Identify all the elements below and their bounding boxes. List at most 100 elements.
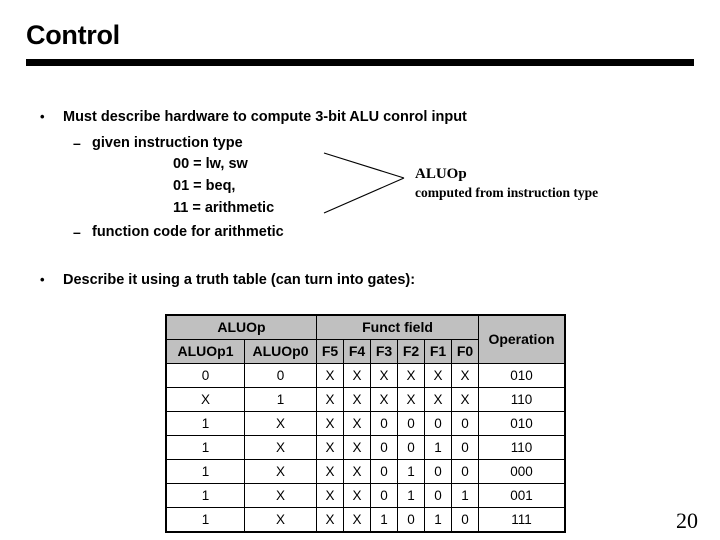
column-header-f4: F4 [343, 339, 371, 364]
cell-f5: X [316, 459, 344, 484]
cell-f1: 0 [424, 411, 452, 436]
cell-f1: X [424, 387, 452, 412]
cell-f4: X [343, 507, 371, 533]
cell-aluop1: X [165, 387, 245, 412]
cell-f2: 1 [397, 459, 425, 484]
group-header-aluop: ALUOp [165, 314, 317, 340]
cell-aluop0: X [244, 483, 317, 508]
title-divider [26, 59, 694, 66]
table-row: 1 X X X 0 1 0 0 000 [165, 459, 566, 484]
column-header-f3: F3 [370, 339, 398, 364]
table-row: 1 X X X 1 0 1 0 111 [165, 507, 566, 533]
cell-operation: 010 [478, 363, 566, 388]
cell-f4: X [343, 363, 371, 388]
cell-f5: X [316, 483, 344, 508]
cell-aluop0: X [244, 459, 317, 484]
cell-f1: 1 [424, 507, 452, 533]
cell-f3: 0 [370, 483, 398, 508]
cell-f5: X [316, 507, 344, 533]
cell-aluop0: X [244, 507, 317, 533]
column-header-aluop1: ALUOp1 [165, 339, 245, 364]
cell-f4: X [343, 459, 371, 484]
table-row: X 1 X X X X X X 110 [165, 387, 566, 412]
cell-f5: X [316, 387, 344, 412]
code-line-00: 00 = lw, sw [173, 156, 248, 172]
cell-f4: X [343, 411, 371, 436]
cell-f0: 0 [451, 435, 479, 460]
sub-bullet-label: given instruction type [92, 135, 243, 151]
cell-f1: X [424, 363, 452, 388]
cell-f1: 0 [424, 483, 452, 508]
cell-aluop0: 0 [244, 363, 317, 388]
cell-operation: 000 [478, 459, 566, 484]
cell-f5: X [316, 435, 344, 460]
callout-title: ALUOp [415, 166, 467, 182]
table-row: 1 X X X 0 1 0 1 001 [165, 483, 566, 508]
cell-f4: X [343, 483, 371, 508]
cell-f0: 1 [451, 483, 479, 508]
code-line-01: 01 = beq, [173, 178, 236, 194]
cell-f2: 0 [397, 411, 425, 436]
table-group-header-row: ALUOp Funct field Operation [165, 314, 566, 364]
cell-aluop1: 1 [165, 411, 245, 436]
cell-f0: X [451, 387, 479, 412]
cell-operation: 001 [478, 483, 566, 508]
bullet-marker: • [40, 272, 45, 287]
cell-f3: X [370, 387, 398, 412]
cell-aluop1: 1 [165, 483, 245, 508]
cell-operation: 010 [478, 411, 566, 436]
cell-operation: 110 [478, 435, 566, 460]
cell-f0: X [451, 363, 479, 388]
cell-aluop1: 1 [165, 435, 245, 460]
column-header-f0: F0 [451, 339, 479, 364]
dash-marker: – [73, 135, 81, 151]
group-header-operation: Operation [478, 314, 566, 364]
cell-aluop0: 1 [244, 387, 317, 412]
column-header-f5: F5 [316, 339, 344, 364]
cell-aluop0: X [244, 435, 317, 460]
table-head: ALUOp Funct field Operation ALUOp1 ALUOp… [165, 314, 566, 364]
cell-operation: 110 [478, 387, 566, 412]
code-line-11: 11 = arithmetic [173, 200, 275, 216]
bullet-label: Describe it using a truth table (can tur… [63, 272, 416, 288]
cell-f3: 1 [370, 507, 398, 533]
cell-f3: 0 [370, 459, 398, 484]
table-row: 1 X X X 0 0 1 0 110 [165, 435, 566, 460]
cell-aluop1: 1 [165, 507, 245, 533]
slide-canvas: Control • Must describe hardware to comp… [0, 0, 720, 540]
cell-f2: 1 [397, 483, 425, 508]
cell-f0: 0 [451, 411, 479, 436]
table-row: 1 X X X 0 0 0 0 010 [165, 411, 566, 436]
cell-f2: 0 [397, 507, 425, 533]
cell-aluop0: X [244, 411, 317, 436]
page-title: Control [26, 20, 120, 50]
cell-f3: X [370, 363, 398, 388]
cell-f4: X [343, 387, 371, 412]
callout-annotation: ALUOp computed from instruction type [415, 165, 598, 202]
table-row: 0 0 X X X X X X 010 [165, 363, 566, 388]
cell-f0: 0 [451, 459, 479, 484]
cell-f5: X [316, 411, 344, 436]
cell-f2: X [397, 387, 425, 412]
dash-marker: – [73, 224, 81, 240]
column-header-f1: F1 [424, 339, 452, 364]
cell-f1: 1 [424, 435, 452, 460]
bullet-label: Must describe hardware to compute 3-bit … [63, 109, 467, 125]
column-header-f2: F2 [397, 339, 425, 364]
callout-subtitle: computed from instruction type [415, 185, 599, 200]
cell-f3: 0 [370, 411, 398, 436]
cell-f1: 0 [424, 459, 452, 484]
column-header-aluop0: ALUOp0 [244, 339, 317, 364]
cell-f5: X [316, 363, 344, 388]
cell-f2: 0 [397, 435, 425, 460]
sub-bullet-item-2: – function code for arithmetic [73, 223, 284, 242]
bullet-marker: • [40, 109, 45, 124]
cell-f3: 0 [370, 435, 398, 460]
table-body: 0 0 X X X X X X 010 X 1 X X X X X X 110 1 X X X 0 0 0 0 010 1 X X X 0 0 1… [165, 363, 566, 533]
group-header-funct-field: Funct field [316, 314, 479, 340]
sub-bullet-item-1: – given instruction type [73, 134, 243, 153]
cell-f0: 0 [451, 507, 479, 533]
callout-pointer-icon [323, 152, 405, 214]
cell-operation: 111 [478, 507, 566, 533]
bullet-item-2: • Describe it using a truth table (can t… [40, 271, 415, 289]
